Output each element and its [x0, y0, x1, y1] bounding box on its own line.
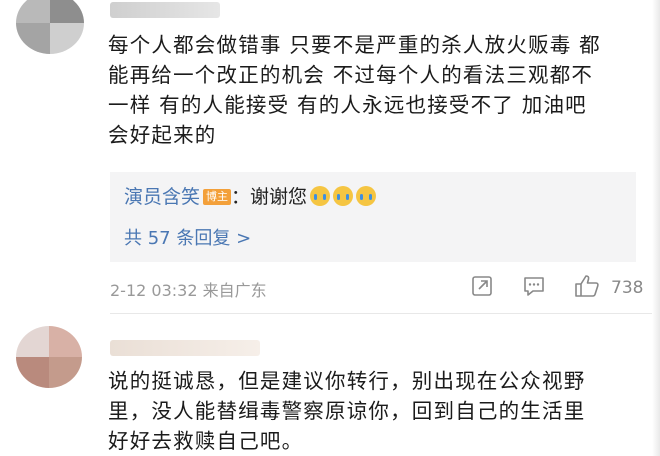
comment-divider [110, 313, 660, 314]
reply-preview-box[interactable]: 演员含笑 博主 ：谢谢您 共 57 条回复 > [110, 172, 636, 262]
share-icon[interactable] [470, 274, 494, 302]
comment-line: 好好去救赎自己吧。 [108, 429, 304, 453]
comment-line: 说的挺诚恳，但是建议你转行，别出现在公众视野 [108, 369, 586, 393]
crying-face-icon [333, 186, 354, 206]
comment-icon[interactable] [522, 274, 546, 302]
comment-line: 一样 有的人能接受 有的人永远也接受不了 加油吧 [108, 93, 587, 117]
comment-line: 里，没人能替缉毒警察原谅你，回到自己的生活里 [108, 399, 586, 423]
avatar-blur-tile [50, 23, 84, 54]
avatar-blur-tile [50, 0, 84, 23]
like-icon[interactable] [574, 274, 600, 302]
avatar-blur-tile [16, 0, 50, 23]
avatar-blur-tile [49, 357, 82, 388]
username-blurred[interactable] [110, 340, 260, 356]
avatar-blur-tile [16, 357, 49, 388]
avatar-blur-tile [49, 326, 82, 357]
crying-face-icon [356, 186, 377, 206]
avatar[interactable] [16, 326, 82, 388]
screen-edge-shadow [652, 0, 660, 456]
avatar-blur-tile [16, 23, 50, 54]
comment-line: 每个人都会做错事 只要不是严重的杀人放火贩毒 都 [108, 33, 601, 57]
avatar-blur-tile [16, 326, 49, 357]
comment-meta: 2-12 03:32 来自广东 [110, 281, 267, 300]
comment-line: 会好起来的 [108, 123, 217, 147]
comment-text: 每个人都会做错事 只要不是严重的杀人放火贩毒 都 能再给一个改正的机会 不过每个… [108, 30, 648, 150]
comment-line: 能再给一个改正的机会 不过每个人的看法三观都不 [108, 63, 594, 87]
reply-text: ：谢谢您 [231, 186, 308, 208]
blogger-badge: 博主 [203, 189, 232, 205]
view-replies-link[interactable]: 共 57 条回复 > [124, 224, 251, 250]
comment-text: 说的挺诚恳，但是建议你转行，别出现在公众视野 里，没人能替缉毒警察原谅你，回到自… [108, 366, 648, 456]
reply-author-link[interactable]: 演员含笑 [124, 186, 200, 208]
avatar[interactable] [16, 0, 84, 54]
reply-line: 演员含笑 博主 ：谢谢您 [124, 182, 377, 209]
username-blurred[interactable] [110, 2, 220, 18]
like-count: 738 [611, 278, 644, 298]
crying-face-icon [310, 186, 331, 206]
